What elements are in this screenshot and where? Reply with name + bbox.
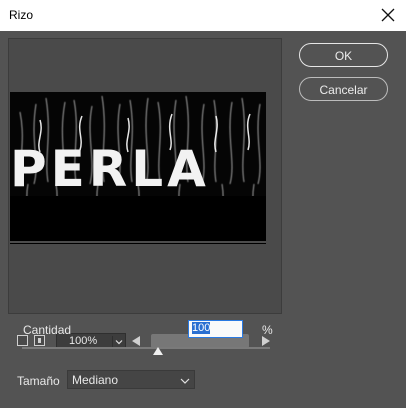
preview-area[interactable]: PERLA 100% — [8, 38, 282, 349]
dialog-title: Rizo — [9, 8, 34, 22]
preview-text: PERLA — [10, 140, 210, 198]
cancel-button[interactable]: Cancelar — [299, 77, 388, 101]
amount-value: 100 — [192, 322, 211, 334]
preview-image: PERLA — [10, 92, 266, 244]
size-select[interactable]: Mediano — [67, 370, 195, 389]
amount-slider[interactable] — [22, 347, 270, 349]
size-value: Mediano — [72, 373, 119, 387]
slider-thumb-icon[interactable] — [153, 344, 164, 355]
amount-input[interactable]: 100 — [188, 320, 243, 338]
size-label: Tamaño — [17, 374, 60, 388]
chevron-down-icon — [179, 375, 191, 385]
scroll-left-icon[interactable] — [129, 334, 143, 348]
amount-unit: % — [262, 323, 273, 337]
zoom-value: 100% — [69, 335, 98, 347]
title-bar: Rizo — [0, 0, 406, 31]
amount-label: Cantidad — [23, 323, 72, 337]
ok-button[interactable]: OK — [299, 43, 388, 67]
close-icon[interactable] — [376, 4, 400, 26]
